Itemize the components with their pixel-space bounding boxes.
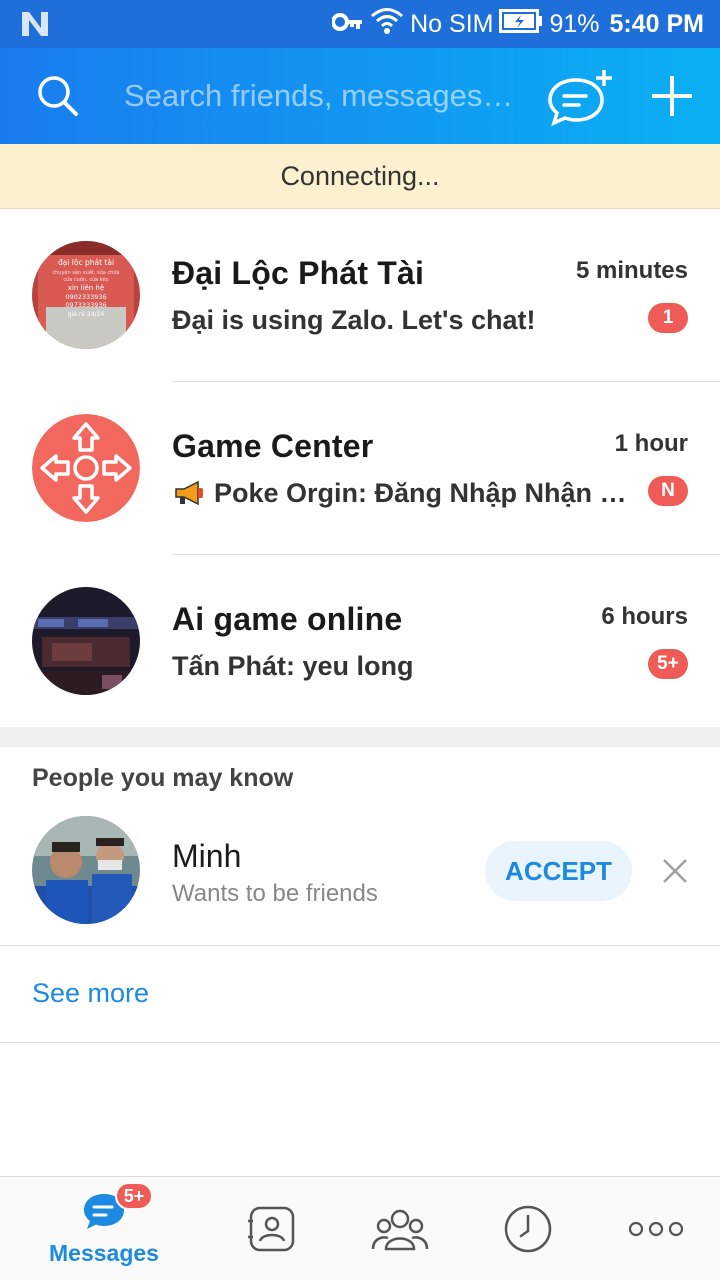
conversation-preview: Tấn Phát: yeu long xyxy=(172,651,414,681)
divider xyxy=(0,1042,720,1043)
section-title: People you may know xyxy=(32,764,294,792)
carrier-text: No SIM xyxy=(410,9,494,38)
avatar xyxy=(32,587,140,695)
plus-icon[interactable] xyxy=(646,70,698,122)
avatar: đại lộc phát tài chuyên sản xuất, sửa ch… xyxy=(32,241,140,349)
divider xyxy=(0,945,720,946)
conversation-preview-row: Poke Orgin: Đăng Nhập Nhận Nhiều Quà xyxy=(172,478,632,509)
tab-label: Messages xyxy=(49,1240,159,1266)
app-header xyxy=(0,48,720,144)
more-dots-icon[interactable] xyxy=(627,1177,685,1280)
suggestion-subtitle: Wants to be friends xyxy=(172,880,378,907)
conversation-time: 1 hour xyxy=(614,430,688,457)
tab-messages[interactable]: 5+ Messages xyxy=(29,1177,179,1280)
avatar-sign-title: đại lộc phát tài xyxy=(58,258,114,267)
avatar xyxy=(32,816,140,924)
contacts-icon[interactable] xyxy=(248,1177,298,1280)
conversation-item-dai-loc-phat-tai[interactable]: đại lộc phát tài chuyên sản xuất, sửa ch… xyxy=(0,209,720,382)
messages-badge: 5+ xyxy=(115,1182,153,1210)
battery-percent: 91% xyxy=(549,9,600,38)
game-center-icon xyxy=(32,414,140,522)
wifi-icon xyxy=(370,6,404,43)
avatar-sign-line2: cửa cuốn, cửa kéo xyxy=(63,276,108,283)
new-badge: N xyxy=(648,476,688,506)
friend-suggestion-item[interactable]: Minh Wants to be friends ACCEPT xyxy=(0,816,720,946)
avatar-sign-price: giá rẻ 24/24 xyxy=(68,311,105,318)
conversation-preview: Poke Orgin: Đăng Nhập Nhận Nhiều Quà xyxy=(214,478,632,508)
conversation-item-ai-game-online[interactable]: Ai game online 6 hours Tấn Phát: yeu lon… xyxy=(0,555,720,727)
section-separator xyxy=(0,727,720,747)
conversation-item-game-center[interactable]: Game Center 1 hour Poke Orgin: Đăng Nhập… xyxy=(0,382,720,555)
close-icon[interactable] xyxy=(660,856,690,886)
search-icon[interactable] xyxy=(34,72,82,120)
conversation-time: 5 minutes xyxy=(575,257,688,284)
unread-badge: 5+ xyxy=(648,649,688,679)
new-chat-icon[interactable] xyxy=(546,68,618,128)
connecting-banner: Connecting... xyxy=(0,144,720,209)
n-logo-icon xyxy=(20,10,50,43)
suggestion-name: Minh xyxy=(172,838,242,874)
conversation-name: Đại Lộc Phát Tài xyxy=(172,255,425,291)
megaphone-icon xyxy=(172,478,206,509)
status-bar: No SIM 91% 5:40 PM xyxy=(0,0,720,48)
bottom-navigation: 5+ Messages xyxy=(0,1176,720,1280)
conversation-name: Ai game online xyxy=(172,601,403,637)
conversation-preview: Đại is using Zalo. Let's chat! xyxy=(172,305,536,335)
battery-icon xyxy=(499,8,543,40)
vpn-key-icon xyxy=(331,10,364,39)
accept-button[interactable]: ACCEPT xyxy=(485,841,632,901)
avatar-sign-phone1: 0902333936 xyxy=(65,293,106,301)
groups-icon[interactable] xyxy=(370,1177,430,1280)
avatar-sign-line3: xin liên hệ xyxy=(68,284,104,292)
conversation-list: đại lộc phát tài chuyên sản xuất, sửa ch… xyxy=(0,209,720,727)
avatar-sign-phone2: 0973333936 xyxy=(65,301,106,309)
clock-time: 5:40 PM xyxy=(609,9,704,38)
search-input[interactable] xyxy=(124,68,524,124)
unread-badge: 1 xyxy=(648,303,688,333)
avatar-sign-line1: chuyên sản xuất, sửa chữa xyxy=(52,269,119,276)
see-more-link[interactable]: See more xyxy=(32,978,149,1009)
conversation-name: Game Center xyxy=(172,428,374,464)
conversation-time: 6 hours xyxy=(601,603,688,630)
timeline-clock-icon[interactable] xyxy=(503,1177,553,1280)
